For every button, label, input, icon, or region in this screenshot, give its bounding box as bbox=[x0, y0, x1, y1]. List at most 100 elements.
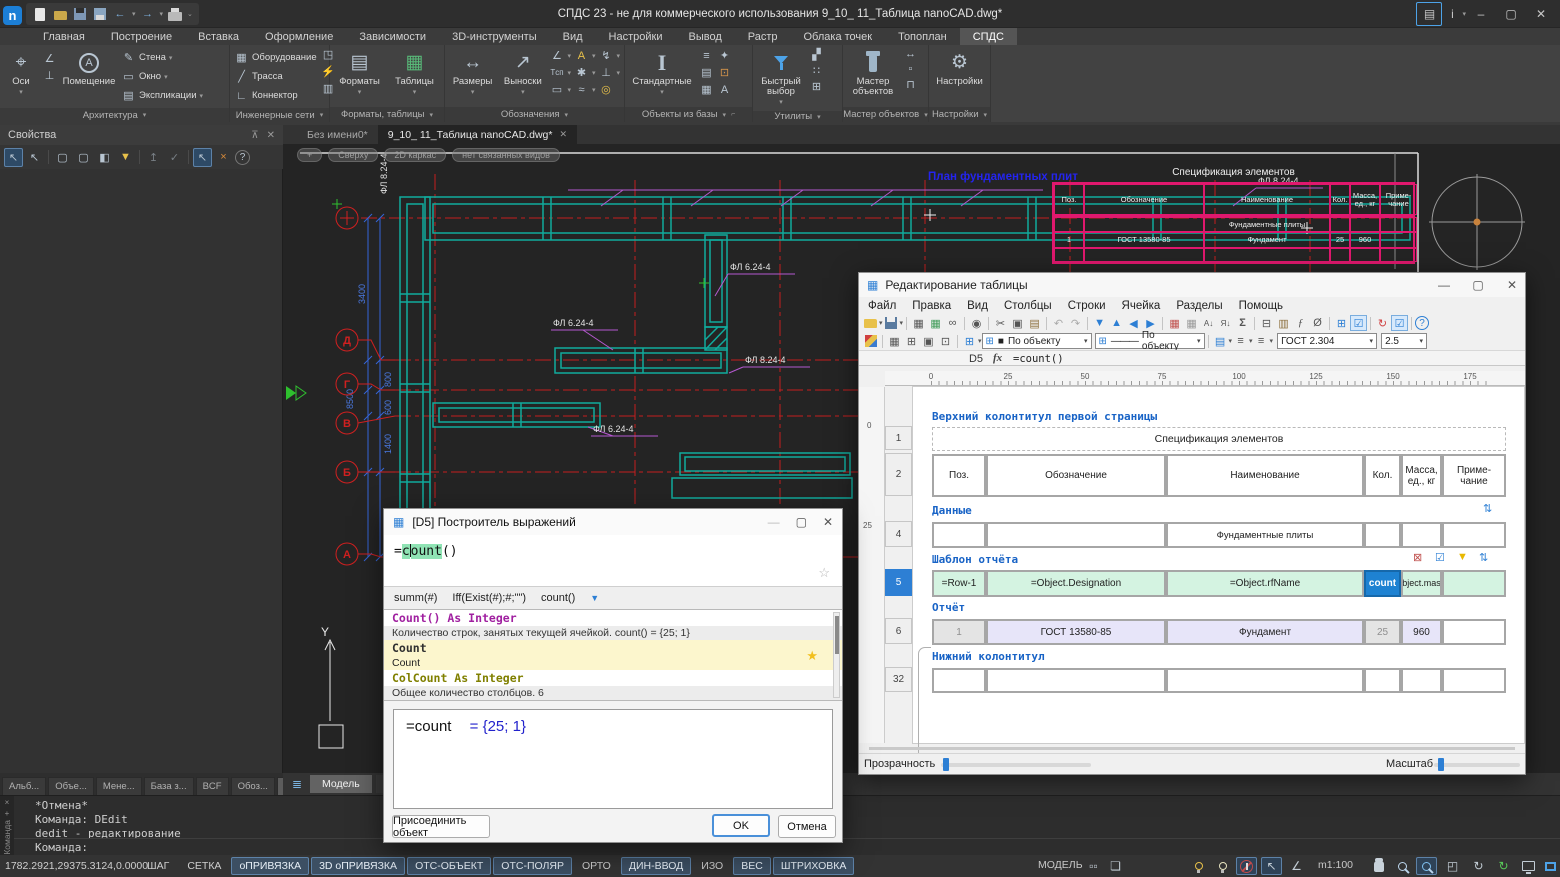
axis-tool-icon[interactable]: ∠ bbox=[42, 52, 57, 65]
toggle-otrack-object[interactable]: ОТС-ОБЪЕКТ bbox=[407, 857, 491, 875]
copy-icon[interactable]: ▣ bbox=[1009, 315, 1026, 331]
toggle-3d-osnap[interactable]: 3D оПРИВЯЗКА bbox=[311, 857, 405, 875]
row-header-6[interactable]: 6 bbox=[885, 618, 912, 644]
tab-oblaka-tochek[interactable]: Облака точек bbox=[791, 28, 886, 45]
base-obj3-icon[interactable]: ▤ bbox=[699, 66, 714, 79]
menu-edit[interactable]: Правка bbox=[912, 300, 951, 312]
autorefresh-toggle-icon[interactable]: ☑ bbox=[1391, 315, 1408, 331]
table-props-icon[interactable]: ▦ bbox=[1183, 315, 1200, 331]
attach-object-button[interactable]: Присоединить объект bbox=[392, 815, 490, 838]
info-button[interactable]: i bbox=[1442, 2, 1462, 26]
brush-format-icon[interactable] bbox=[862, 333, 879, 349]
window-button[interactable]: ▭Окно▾ bbox=[121, 67, 203, 86]
calc-table-icon[interactable]: ⊞ bbox=[1333, 315, 1350, 331]
menu-file[interactable]: Файл bbox=[868, 300, 896, 312]
command-close-icon[interactable]: × bbox=[5, 798, 10, 807]
settings-button[interactable]: ⚙Настройки bbox=[933, 48, 986, 87]
axes-button[interactable]: ⌖Оси▾ bbox=[4, 48, 38, 98]
row-header-5[interactable]: 5 bbox=[885, 569, 912, 596]
ok-button[interactable]: OK bbox=[712, 814, 770, 837]
transparency-slider[interactable] bbox=[941, 763, 1091, 767]
template-cell-a5[interactable]: =Row-1 bbox=[932, 570, 986, 597]
dock-tab-objects[interactable]: Объе... bbox=[48, 777, 94, 795]
sheet-icon[interactable]: ❏ bbox=[1105, 857, 1126, 875]
paper-model-icon[interactable]: ▫▫ bbox=[1083, 857, 1104, 875]
sort-desc-icon[interactable]: Я↓ bbox=[1217, 315, 1234, 331]
template-cell-d5-selected[interactable]: count bbox=[1364, 570, 1401, 597]
dialog-help-icon[interactable]: ? bbox=[1415, 316, 1429, 330]
util1-icon[interactable]: ▞ bbox=[809, 48, 824, 61]
tab-rastr[interactable]: Растр bbox=[735, 28, 791, 45]
template-cell-b5[interactable]: =Object.Designation bbox=[986, 570, 1166, 597]
scale-slider[interactable] bbox=[1434, 763, 1520, 767]
dialog-close-button[interactable]: ✕ bbox=[1497, 275, 1527, 295]
header-cell-designation[interactable]: Обозначение bbox=[986, 454, 1166, 497]
toggle-otrack-polar[interactable]: ОТС-ПОЛЯР bbox=[493, 857, 572, 875]
shortcut-summ[interactable]: summ(#) bbox=[394, 592, 437, 604]
footer-cell-c32[interactable] bbox=[1166, 668, 1364, 693]
wall-button[interactable]: ✎Стена▾ bbox=[121, 48, 203, 67]
template-cell-e5[interactable]: bject.mas bbox=[1401, 570, 1442, 597]
data-cell-e4[interactable] bbox=[1401, 522, 1442, 548]
doc-tab-untitled[interactable]: Без имени0* bbox=[297, 125, 378, 144]
dock-tab-symbols[interactable]: Обоз... bbox=[231, 777, 275, 795]
menu-cell[interactable]: Ячейка bbox=[1122, 300, 1161, 312]
tab-spds[interactable]: СПДС bbox=[960, 28, 1017, 45]
group-caption-object-master[interactable]: Мастер объектов▾ bbox=[843, 107, 928, 122]
tables-button[interactable]: ▦Таблицы▾ bbox=[389, 48, 440, 98]
dock-tab-albums[interactable]: Альб... bbox=[2, 777, 46, 795]
object-master-button[interactable]: Мастер объектов bbox=[847, 48, 899, 97]
workspace-switch-icon[interactable]: ▤ bbox=[1416, 2, 1442, 26]
viewport-visual-style-button[interactable]: 2D каркас bbox=[384, 148, 446, 162]
toggle-ortho[interactable]: ОРТО bbox=[574, 857, 619, 875]
print-button[interactable] bbox=[167, 6, 183, 22]
weld-icon[interactable]: ✱ bbox=[574, 66, 589, 79]
row-header-32[interactable]: 32 bbox=[885, 667, 912, 692]
row-header-2[interactable]: 2 bbox=[885, 453, 912, 496]
cancel-button[interactable]: Отмена bbox=[778, 815, 836, 838]
select-cursor-icon[interactable]: ↖ bbox=[1261, 857, 1282, 875]
sum-icon[interactable]: Σ bbox=[1234, 315, 1251, 331]
tab-postroenie[interactable]: Построение bbox=[98, 28, 185, 45]
line-type-select[interactable]: ⊞———По объекту▾ bbox=[1095, 333, 1205, 349]
header-cell-poz[interactable]: Поз. bbox=[932, 454, 986, 497]
clear-selection-button[interactable]: × bbox=[214, 148, 233, 167]
data-section-icon[interactable]: ⇅ bbox=[1483, 502, 1492, 515]
template-cell-c5[interactable]: =Object.rfName bbox=[1166, 570, 1364, 597]
calculator-icon[interactable]: ⊟ bbox=[1258, 315, 1275, 331]
tab-topoplan[interactable]: Топоплан bbox=[885, 28, 960, 45]
bolt-mark-icon[interactable]: ↯ bbox=[598, 49, 613, 62]
select-add-button[interactable]: ↖ bbox=[4, 148, 23, 167]
paste-icon[interactable]: ▤ bbox=[1026, 315, 1043, 331]
preview-eye-icon[interactable]: ◉ bbox=[968, 315, 985, 331]
report-cell-b6[interactable]: ГОСТ 13580-85 bbox=[986, 619, 1166, 645]
merge-cells-icon[interactable]: ▦ bbox=[886, 333, 903, 349]
menu-view[interactable]: Вид bbox=[967, 300, 988, 312]
function-list-item-selected[interactable]: Count Count ★ bbox=[384, 640, 842, 670]
doc-tab-close-icon[interactable]: ✕ bbox=[559, 129, 567, 140]
footer-cell-f32[interactable] bbox=[1442, 668, 1506, 693]
function-icon[interactable]: ƒ bbox=[1292, 315, 1309, 331]
annotation-scale[interactable]: m1:100 bbox=[1318, 859, 1353, 871]
template-sort-icon[interactable]: ⇅ bbox=[1479, 551, 1488, 564]
layout-list-icon[interactable]: ≣ bbox=[288, 777, 306, 791]
split-cells-icon[interactable]: ⊞ bbox=[903, 333, 920, 349]
header-cell-name[interactable]: Наименование bbox=[1166, 454, 1364, 497]
layout-tab-model[interactable]: Модель bbox=[310, 775, 372, 793]
tab-vyvod[interactable]: Вывод bbox=[675, 28, 734, 45]
lasso-select-button[interactable]: ▢ bbox=[74, 148, 93, 167]
pan-icon[interactable] bbox=[1368, 857, 1389, 875]
rect-select-button[interactable]: ▢ bbox=[53, 148, 72, 167]
zoom-icon[interactable] bbox=[1392, 857, 1413, 875]
panel-close-icon[interactable]: ✕ bbox=[267, 130, 275, 141]
toggle-lineweight[interactable]: ВЕС bbox=[733, 857, 771, 875]
zoom-window-icon[interactable] bbox=[1416, 857, 1437, 875]
base-obj2-icon[interactable]: ✦ bbox=[717, 49, 732, 62]
table-canvas[interactable]: Верхний колонтитул первой страницы Специ… bbox=[912, 386, 1525, 744]
text-placement-icon[interactable]: ▤ bbox=[1212, 333, 1229, 349]
dialog-minimize-button[interactable]: — bbox=[1429, 275, 1459, 295]
data-cell-a4[interactable] bbox=[932, 522, 986, 548]
orbit-icon[interactable]: ↻ bbox=[1468, 857, 1489, 875]
row-header-4[interactable]: 4 bbox=[885, 521, 912, 547]
header-cell-mass[interactable]: Масса, ед., кг bbox=[1401, 454, 1442, 497]
